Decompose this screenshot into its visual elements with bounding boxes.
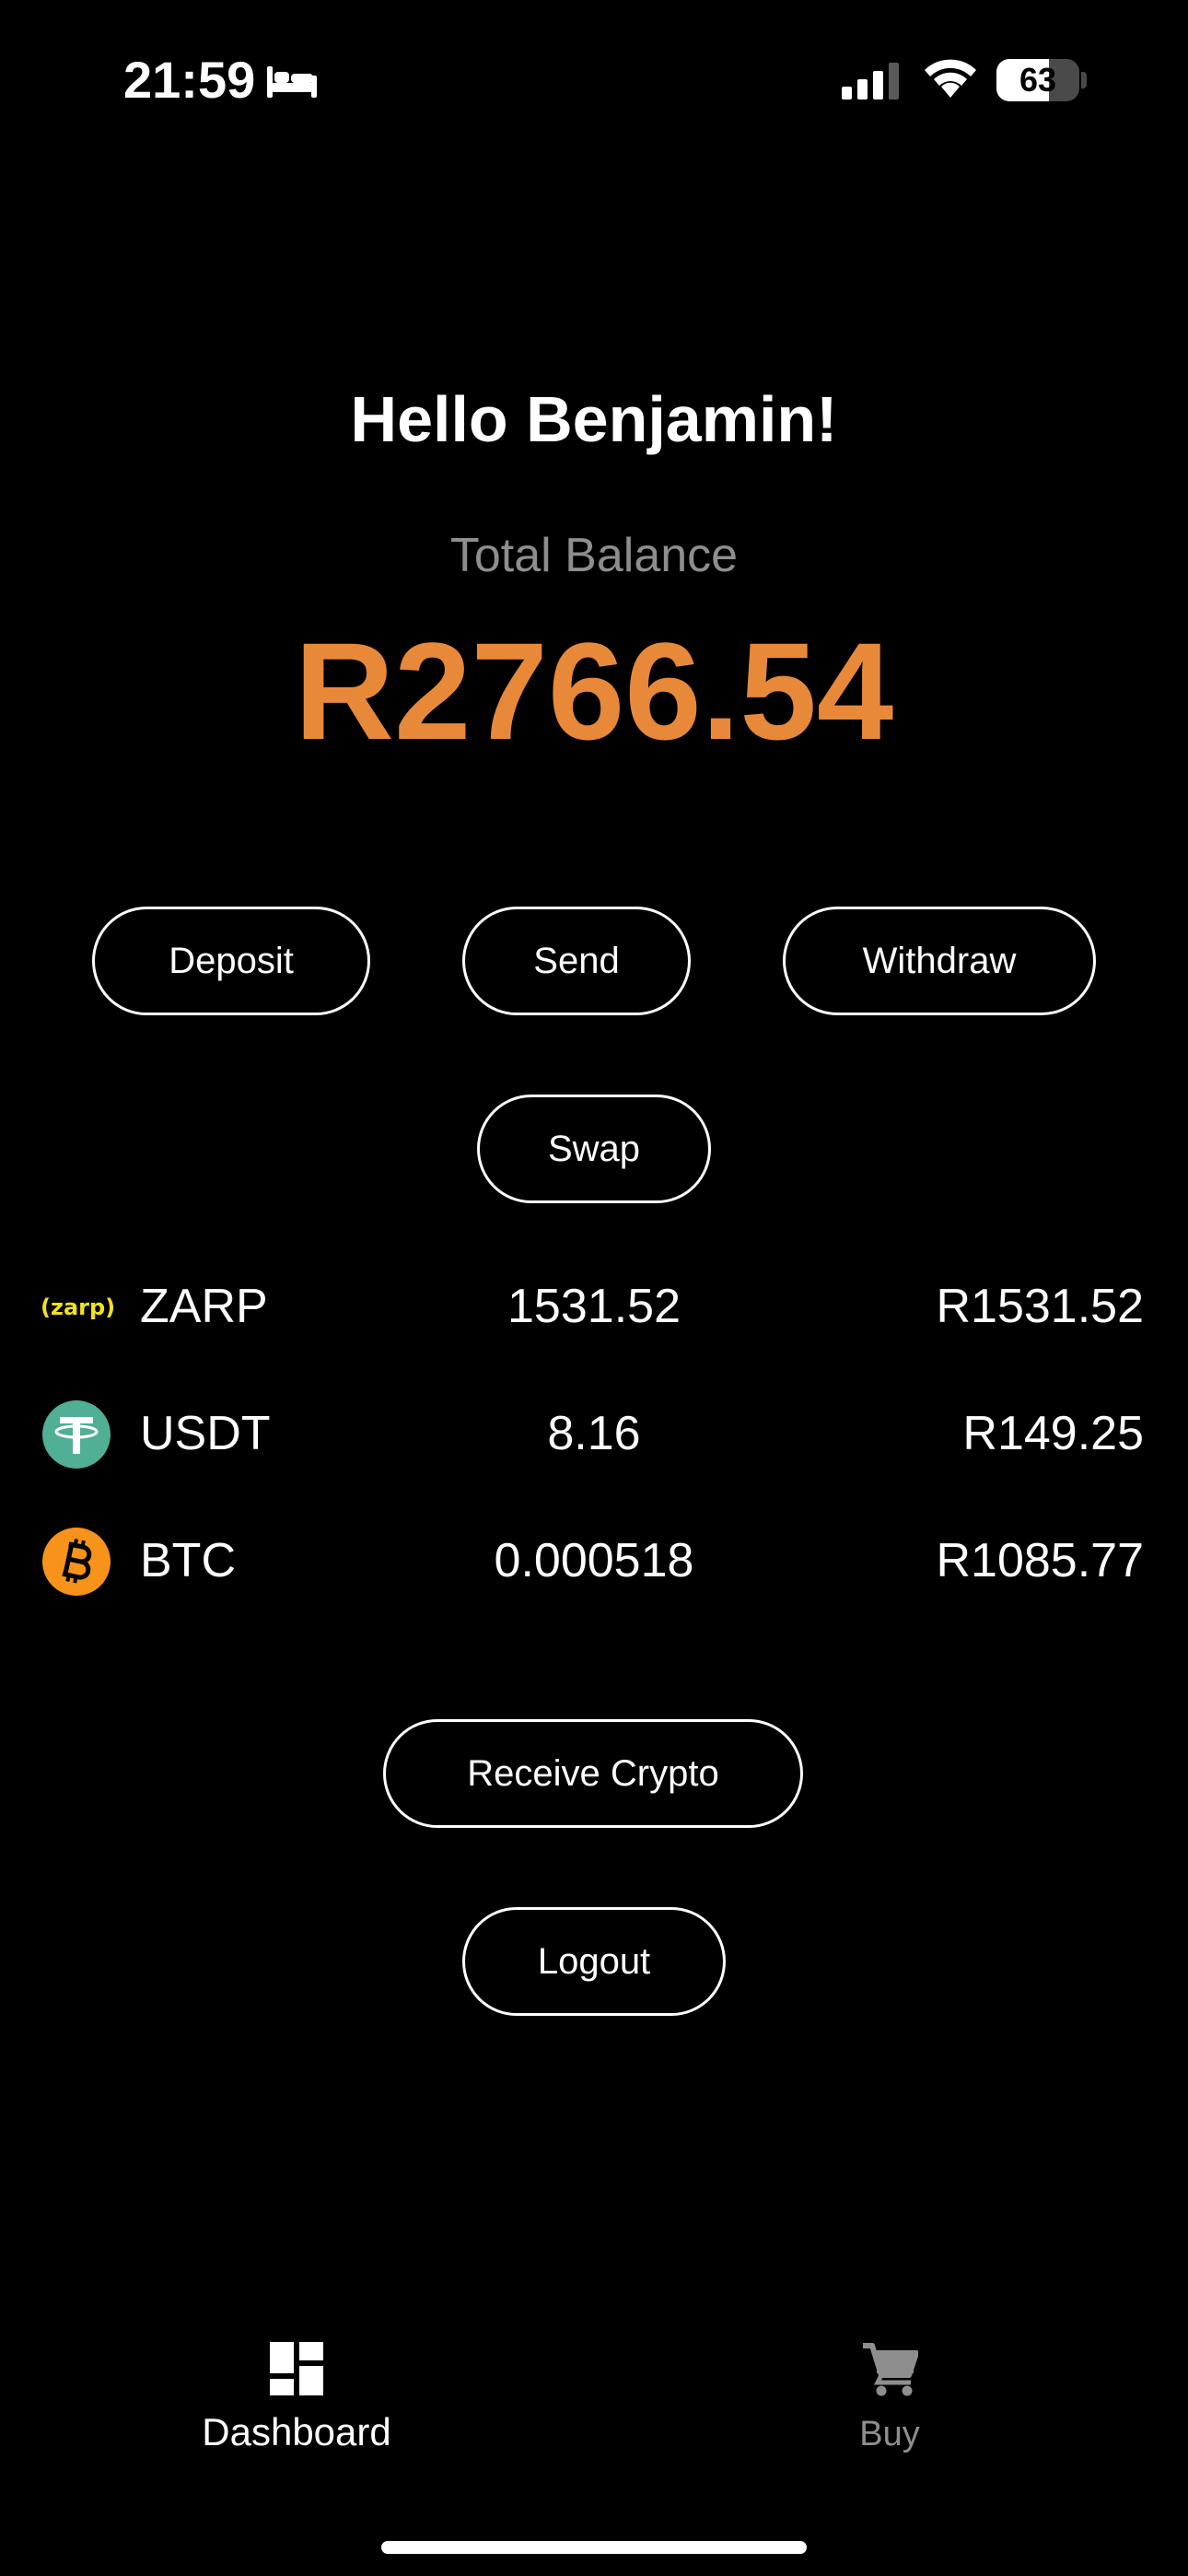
deposit-button[interactable]: Deposit [92, 907, 370, 1015]
tab-dashboard[interactable]: Dashboard [158, 2340, 435, 2478]
shopping-cart-icon [863, 2343, 918, 2396]
asset-amount: 8.16 [547, 1407, 641, 1460]
asset-amount: 1531.52 [507, 1280, 681, 1333]
wifi-icon [925, 59, 976, 98]
tether-icon [42, 1400, 111, 1469]
receive-crypto-button[interactable]: Receive Crypto [383, 1719, 803, 1828]
asset-symbol: BTC [140, 1534, 236, 1587]
asset-row-btc: BTC 0.000518 R1085.77 [0, 1515, 1188, 1607]
total-balance-value: R2766.54 [294, 614, 894, 768]
asset-value: R1085.77 [936, 1534, 1144, 1587]
zarp-logo: (zarp) [41, 1294, 116, 1320]
greeting-title: Hello Benjamin! [350, 383, 838, 455]
withdraw-button[interactable]: Withdraw [783, 907, 1096, 1015]
bed-icon [267, 66, 317, 98]
tab-dashboard-label: Dashboard [202, 2410, 391, 2453]
battery-percentage: 63 [1019, 61, 1057, 99]
tab-buy[interactable]: Buy [751, 2340, 1028, 2478]
home-indicator[interactable] [381, 2541, 807, 2554]
tab-buy-label: Buy [859, 2415, 920, 2453]
swap-button[interactable]: Swap [477, 1095, 711, 1203]
cellular-signal-icon [842, 63, 899, 100]
asset-symbol: ZARP [140, 1280, 268, 1333]
bitcoin-icon [42, 1528, 111, 1596]
total-balance-label: Total Balance [449, 529, 739, 582]
send-button[interactable]: Send [462, 907, 691, 1015]
asset-value: R1531.52 [936, 1280, 1144, 1333]
asset-row-usdt: USDT 8.16 R149.25 [0, 1388, 1188, 1480]
asset-row-zarp: (zarp) ZARP 1531.52 R1531.52 [0, 1260, 1188, 1352]
battery-cap [1081, 72, 1087, 88]
asset-amount: 0.000518 [494, 1534, 694, 1587]
asset-value: R149.25 [962, 1407, 1144, 1460]
battery-indicator: 63 [996, 59, 1079, 101]
asset-symbol: USDT [140, 1407, 271, 1460]
dashboard-icon [270, 2342, 323, 2395]
logout-button[interactable]: Logout [462, 1907, 726, 2016]
status-time: 21:59 [123, 51, 256, 109]
